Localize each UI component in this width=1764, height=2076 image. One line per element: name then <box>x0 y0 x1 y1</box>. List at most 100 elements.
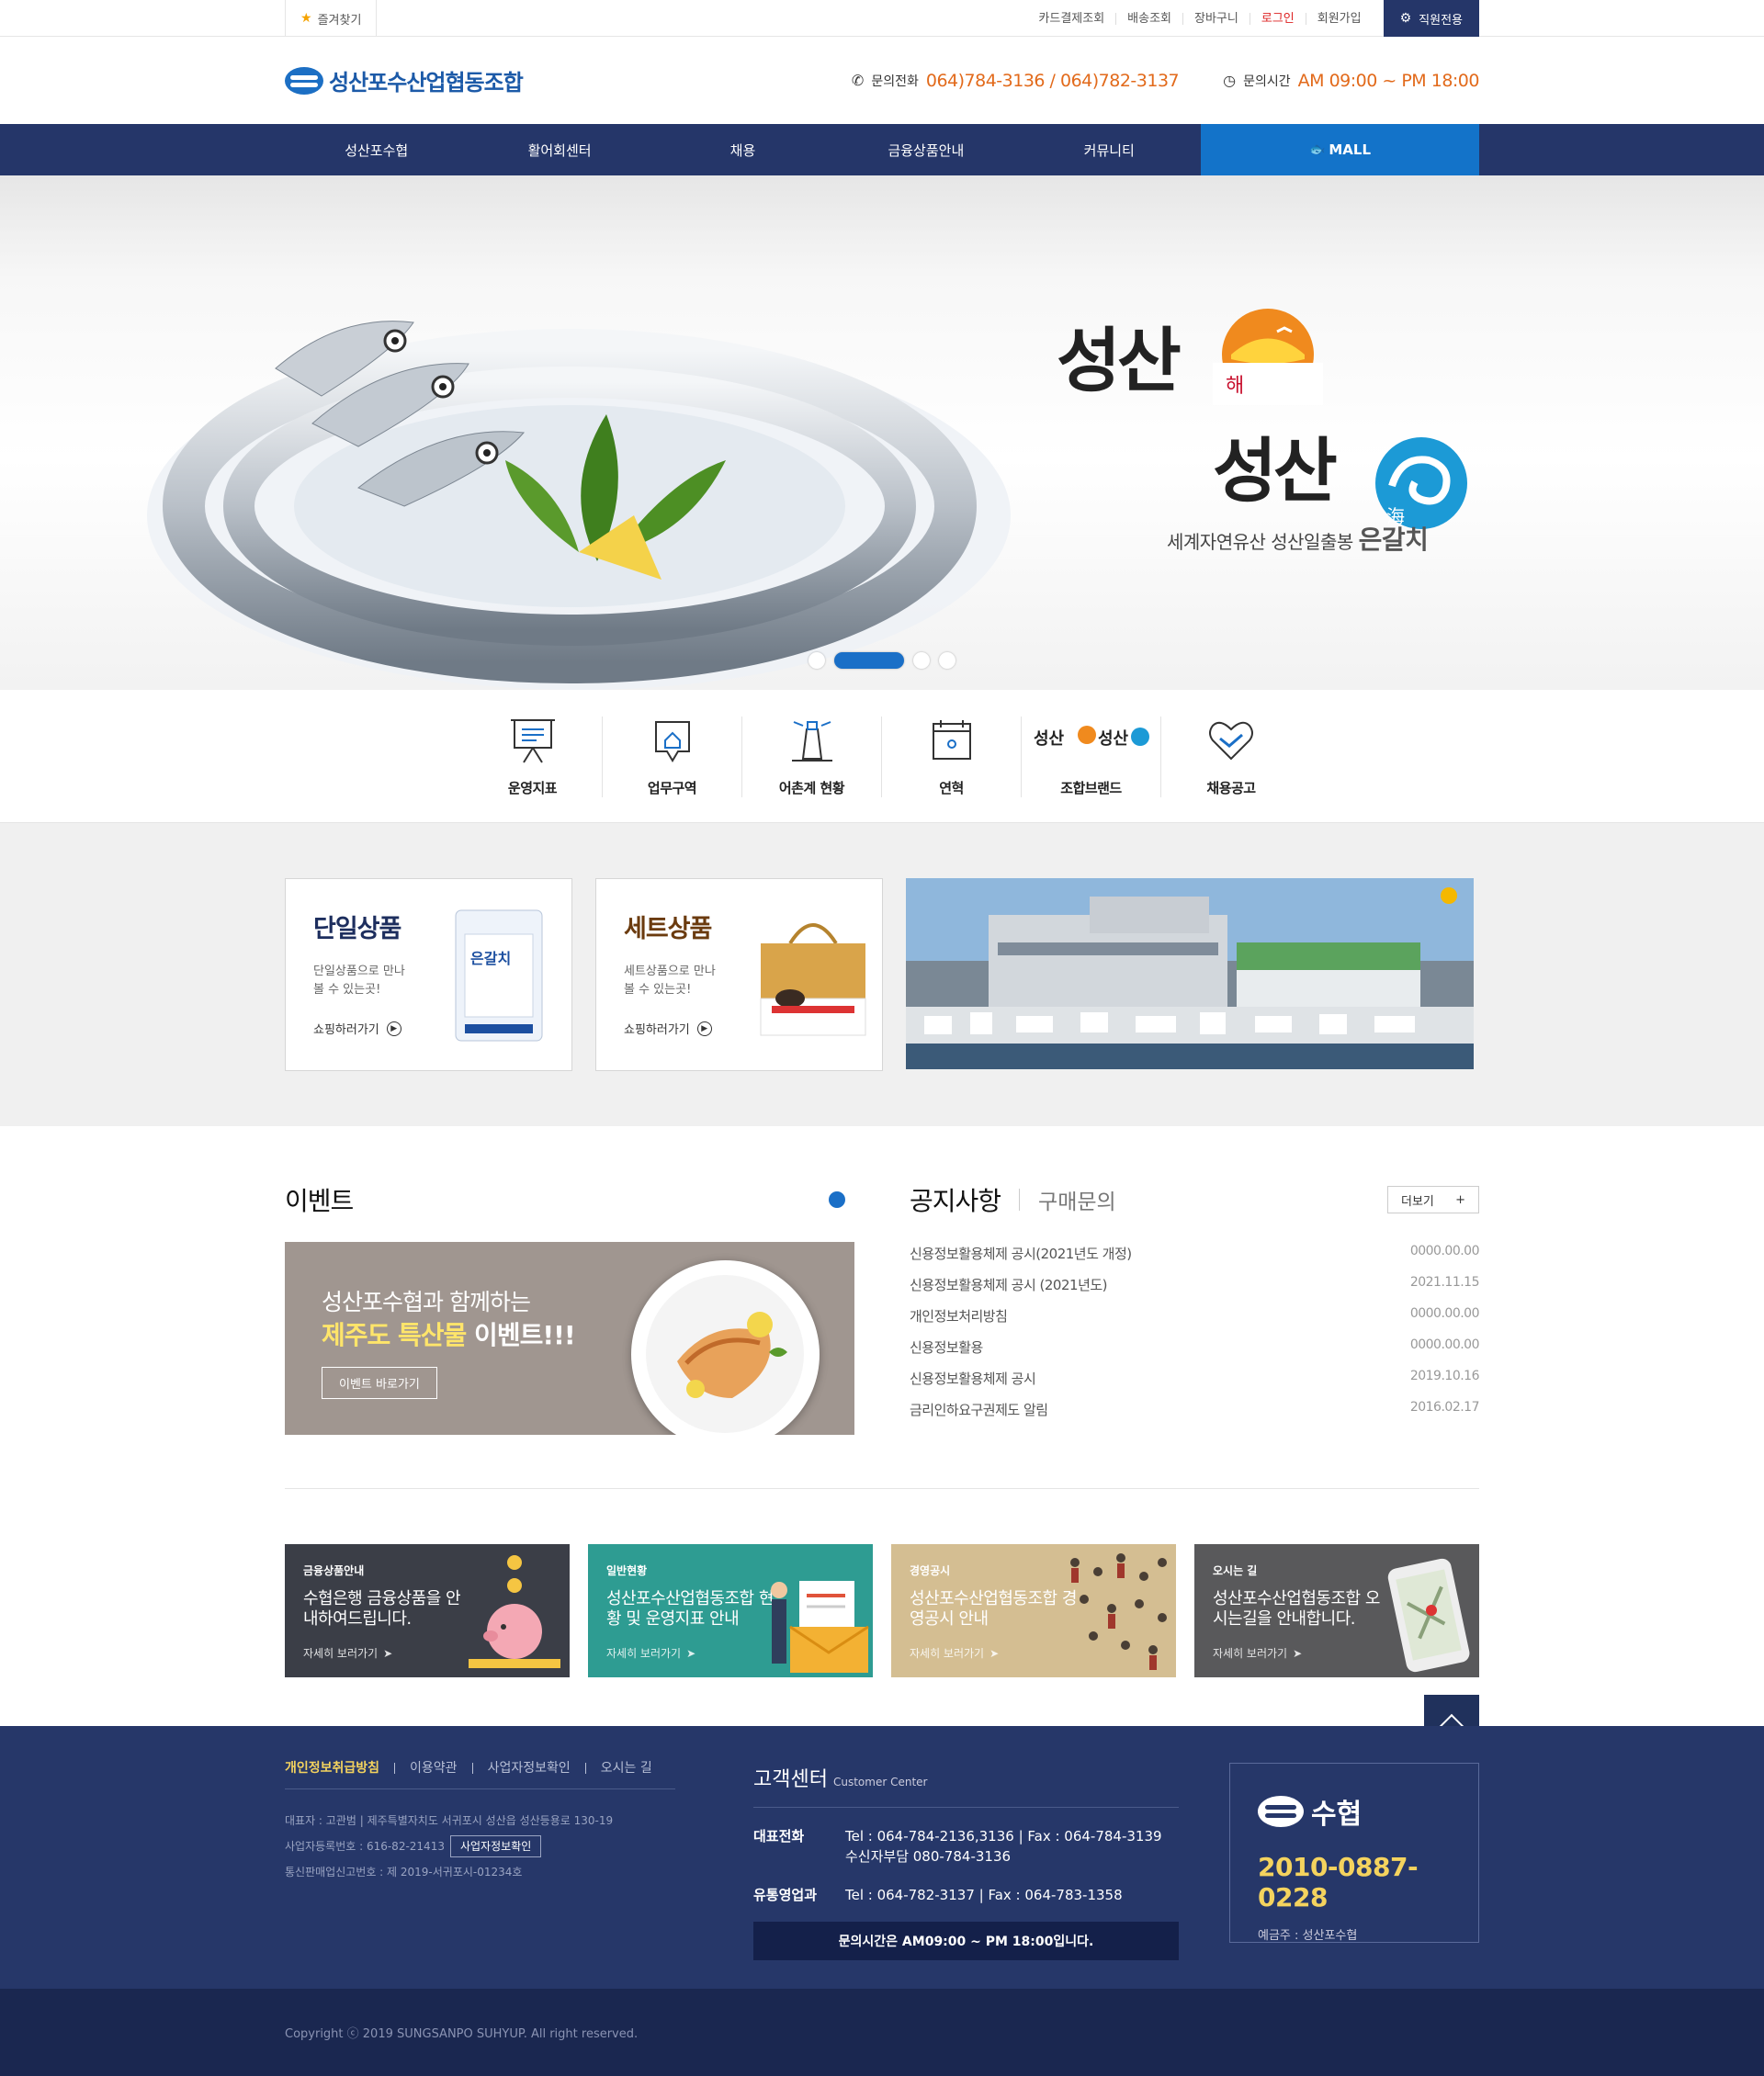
business-check-button[interactable]: 사업자정보확인 <box>449 1835 542 1857</box>
notice-item[interactable]: 신용정보활용체제 공시(2021년도 개정) 0000.00.00 <box>910 1244 1480 1275</box>
nav-item-community[interactable]: 커뮤니티 <box>1018 124 1201 175</box>
phone-map-icon <box>1387 1558 1470 1673</box>
quick-recruit-notice[interactable]: 채용공고 <box>1161 716 1301 797</box>
signup-link[interactable]: 회원가입 <box>1306 13 1373 25</box>
more-button[interactable]: 더보기 + <box>1387 1186 1479 1213</box>
event-banner[interactable]: 성산포수협과 함께하는 제주도 특산물 이벤트!!! 이벤트 바로가기 <box>285 1242 854 1435</box>
favorite-button[interactable]: ★ 즐겨찾기 <box>285 0 378 37</box>
hours-value: AM 09:00 ~ PM 18:00 <box>1297 70 1480 91</box>
privacy-policy-link[interactable]: 개인정보취급방침 <box>285 1762 396 1775</box>
card-more-link[interactable]: 자세히 보러가기 ➤ <box>910 1645 999 1661</box>
tab-notice[interactable]: 공지사항 <box>910 1181 1001 1218</box>
card-more-link[interactable]: 자세히 보러가기 ➤ <box>303 1645 392 1661</box>
notice-item-title: 신용정보활용체제 공시(2021년도 개정) <box>910 1246 1132 1262</box>
notice-item[interactable]: 신용정보활용 0000.00.00 <box>910 1337 1480 1369</box>
hours-label: 문의시간 <box>1243 73 1291 89</box>
acct-brand: 수협 <box>1311 1799 1363 1831</box>
cc-row-main: 대표전화 Tel : 064-784-2136,3136 | Fax : 064… <box>753 1826 1179 1867</box>
plus-icon: + <box>1455 1192 1465 1207</box>
single-product-box[interactable]: 단일상품 단일상품으로 만나볼 수 있는곳! 쇼핑하러가기 ▶ 은갈치 <box>285 878 572 1071</box>
slider-dot-1[interactable] <box>808 652 825 669</box>
set-product-box[interactable]: 세트상품 세트상품으로 만나볼 수 있는곳! 쇼핑하러가기 ▶ <box>595 878 883 1071</box>
suhyup-logo-icon <box>285 66 323 95</box>
delivery-link[interactable]: 배송조회 <box>1116 12 1184 25</box>
cart-link[interactable]: 장바구니 <box>1183 12 1250 25</box>
shop-link[interactable]: 쇼핑하러가기 ▶ <box>313 1020 401 1037</box>
cc-line: 수신자부담 080-784-3136 <box>845 1848 1012 1865</box>
quick-history[interactable]: 연혁 <box>882 716 1022 797</box>
quick-business-area[interactable]: 업무구역 <box>603 716 742 797</box>
card-finance[interactable]: 금융상품안내 수협은행 금융상품을 안내하여드립니다. 자세히 보러가기 ➤ <box>285 1544 570 1677</box>
fish-package-image: 은갈치 <box>455 909 543 1042</box>
quick-brand[interactable]: 성산 성산 조합브랜드 <box>1022 716 1161 797</box>
site-header: 성산포수산업협동조합 ✆ 문의전화 064)784-3136 / 064)782… <box>0 37 1764 124</box>
nav-item-fish-center[interactable]: 활어회센터 <box>468 124 650 175</box>
suhyup-logo-icon <box>1258 1796 1304 1827</box>
staff-only-button[interactable]: ⚙ 직원전용 <box>1383 0 1479 37</box>
phone-icon: ✆ <box>851 72 865 89</box>
card-payment-link[interactable]: 카드결제조회 <box>1027 12 1117 25</box>
slider-dot-2[interactable] <box>834 652 904 669</box>
card-title: 성산포수산업협동조합 경영공시 안내 <box>910 1589 1077 1629</box>
notice-item[interactable]: 신용정보활용체제 공시 2019.10.16 <box>910 1369 1480 1400</box>
login-link[interactable]: 로그인 <box>1250 12 1306 25</box>
quick-operation-index[interactable]: 운영지표 <box>463 716 603 797</box>
harbor-photo <box>906 878 1474 1069</box>
card-more-link[interactable]: 자세히 보러가기 ➤ <box>606 1645 695 1661</box>
cc-row-distribution: 유통영업과 Tel : 064-782-3137 | Fax : 064-783… <box>753 1885 1179 1905</box>
notice-item[interactable]: 개인정보처리방침 0000.00.00 <box>910 1306 1480 1337</box>
notice-item[interactable]: 신용정보활용체제 공시 (2021년도) 2021.11.15 <box>910 1275 1480 1306</box>
gear-icon: ⚙ <box>1399 11 1412 26</box>
card-more-link[interactable]: 자세히 보러가기 ➤ <box>1213 1645 1302 1661</box>
nav-item-finance[interactable]: 금융상품안내 <box>834 124 1017 175</box>
clock-icon: ◷ <box>1223 72 1237 89</box>
account-number: 2010-0887-0228 <box>1258 1852 1419 1912</box>
terms-link[interactable]: 이용약관 <box>395 1762 473 1775</box>
nav-item-recruit[interactable]: 채용 <box>651 124 834 175</box>
nav-item-suhyup[interactable]: 성산포수협 <box>285 124 468 175</box>
notice-list: 신용정보활용체제 공시(2021년도 개정) 0000.00.00 신용정보활용체… <box>910 1244 1480 1431</box>
event-slider-dot[interactable] <box>829 1191 845 1208</box>
brand-line2: 성산 <box>1213 430 1338 512</box>
cc-label: 대표전화 <box>753 1828 805 1845</box>
brand-mini-logo-icon: 성산 성산 <box>1034 725 1149 749</box>
svg-text:성산: 성산 <box>1098 729 1129 749</box>
handshake-heart-icon <box>1209 721 1253 760</box>
card-directions[interactable]: 오시는 길 성산포수산업협동조합 오시는길을 안내합니다. 자세히 보러가기 ➤ <box>1194 1544 1479 1677</box>
card-title: 성산포수산업협동조합 오시는길을 안내합니다. <box>1213 1589 1380 1629</box>
site-footer: 개인정보취급방침 이용약관 사업자정보확인 오시는 길 대표자 : 고관범 | … <box>0 1726 1764 1989</box>
directions-link[interactable]: 오시는 길 <box>586 1762 667 1775</box>
map-pin-house-icon <box>654 720 690 762</box>
quick-label: 업무구역 <box>647 779 697 796</box>
shop-link[interactable]: 쇼핑하러가기 ▶ <box>624 1020 712 1037</box>
cc-subtitle: Customer Center <box>832 1776 928 1788</box>
event-line2: 제주도 특산물 이벤트!!! <box>322 1315 576 1352</box>
notice-item[interactable]: 금리인하요구권제도 알림 2016.02.17 <box>910 1400 1480 1431</box>
brand-subtitle: 세계자연유산 성산일출봉 은갈치 <box>1167 520 1429 557</box>
notice-item-date: 2021.11.15 <box>1409 1275 1480 1290</box>
harbor-slider-dot[interactable] <box>1441 887 1457 904</box>
event-go-button[interactable]: 이벤트 바로가기 <box>322 1367 437 1399</box>
mall-label: MALL <box>1329 141 1372 158</box>
quick-fishing-village[interactable]: 어촌계 현황 <box>742 716 882 797</box>
customer-center: 고객센터 Customer Center 대표전화 Tel : 064-784-2… <box>753 1763 1179 1960</box>
slider-dots <box>808 652 956 669</box>
business-info-link[interactable]: 사업자정보확인 <box>473 1762 586 1775</box>
shop-link-label: 쇼핑하러가기 <box>624 1023 690 1037</box>
card-general-status[interactable]: 일반현황 성산포수산업협동조합 현황 및 운영지표 안내 자세히 보러가기 ➤ <box>588 1544 873 1677</box>
card-management-disclosure[interactable]: 경영공시 성산포수산업협동조합 경영공시 안내 자세히 보러가기 ➤ <box>891 1544 1176 1677</box>
cc-line: Tel : 064-784-2136,3136 | Fax : 064-784-… <box>845 1828 1162 1845</box>
calendar-icon <box>932 719 971 760</box>
card-more-label: 자세히 보러가기 <box>303 1647 379 1660</box>
board-section: 이벤트 성산포수협과 함께하는 제주도 특산물 이벤트!!! 이벤트 바로가기 <box>0 1126 1764 1435</box>
tab-purchase-inquiry[interactable]: 구매문의 <box>1038 1184 1116 1215</box>
copyright-text: Copyright ⓒ 2019 SUNGSANPO SUHYUP. All r… <box>285 2027 639 2041</box>
site-logo[interactable]: 성산포수산업협동조합 <box>285 64 524 96</box>
nav-item-mall[interactable]: 🐟 MALL <box>1200 124 1480 175</box>
fish-icon: 🐟 <box>1308 142 1326 157</box>
customer-center-title: 고객센터 Customer Center <box>753 1763 1179 1808</box>
slider-dot-4[interactable] <box>939 652 956 669</box>
slider-dot-3[interactable] <box>913 652 930 669</box>
sun-small-text: 해 <box>1226 375 1244 398</box>
harbor-illustration <box>906 878 1474 1069</box>
